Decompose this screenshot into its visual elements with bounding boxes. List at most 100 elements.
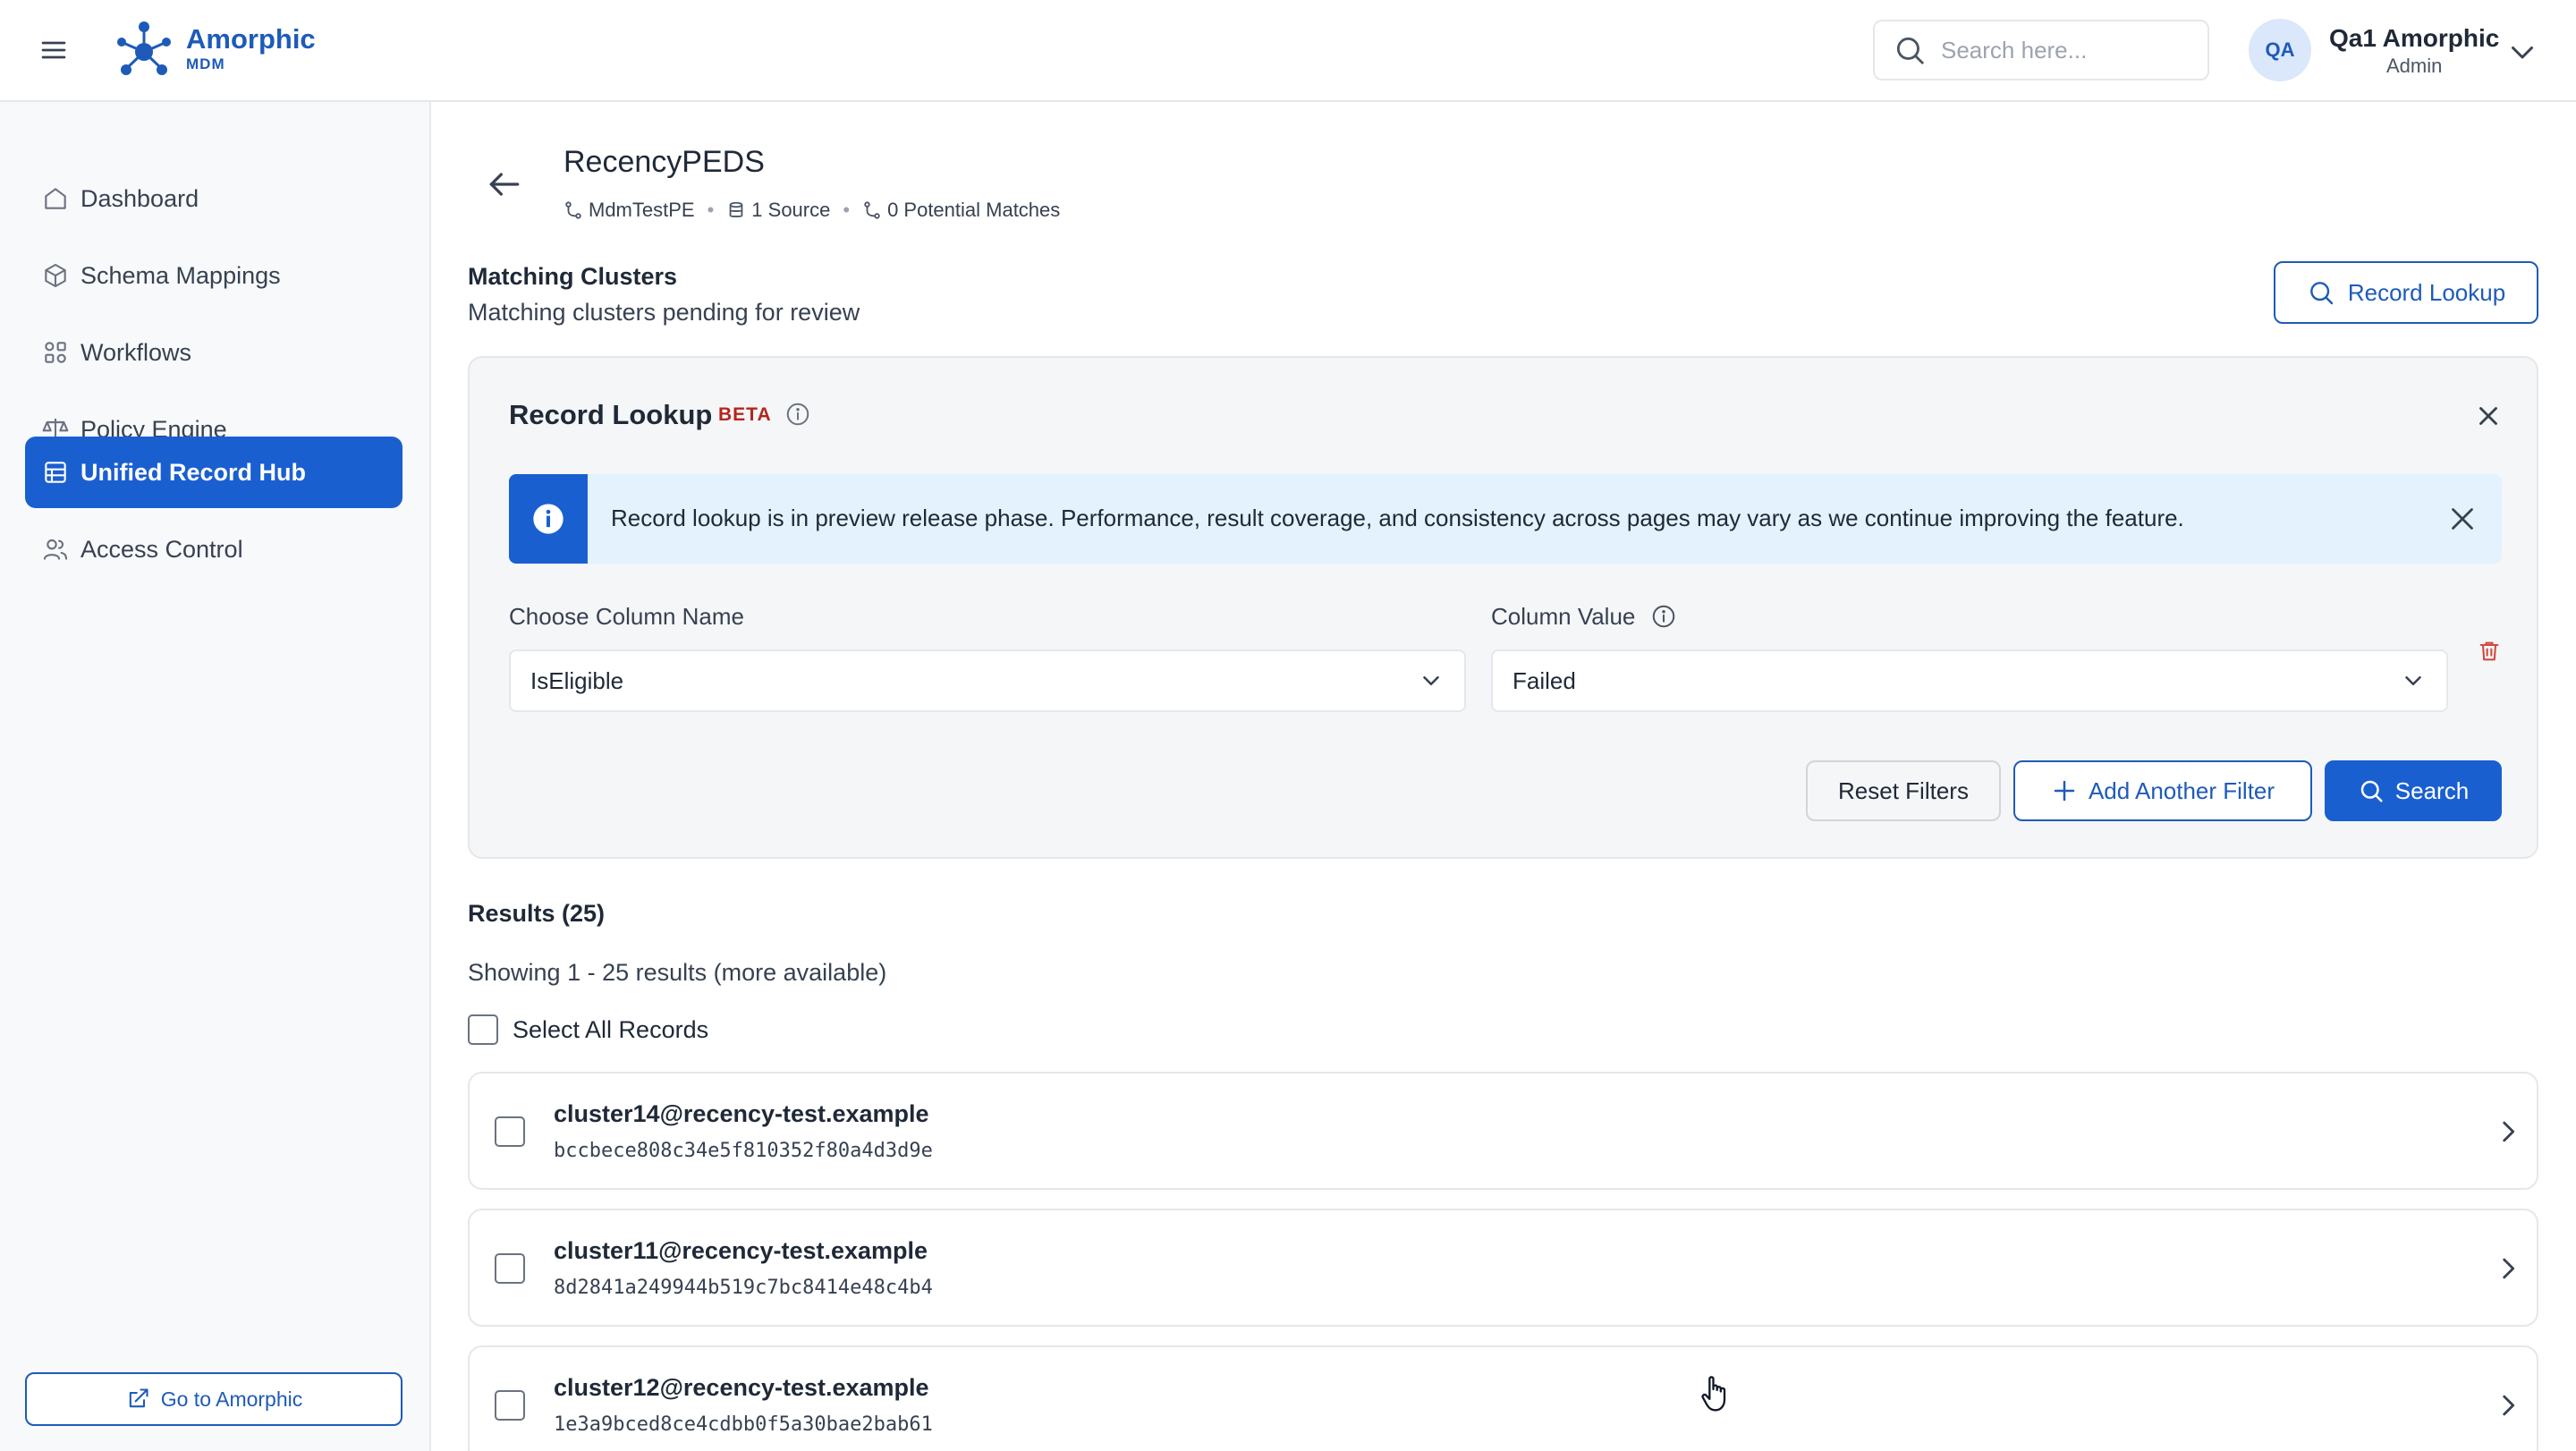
- column-value-label: Column Value: [1491, 603, 1636, 630]
- meta-sources: 1 Source: [726, 199, 830, 222]
- alert-close-icon[interactable]: [2446, 503, 2479, 535]
- record-id: 1e3a9bced8ce4cdbb0f5a30bae2bab61: [554, 1413, 933, 1436]
- sidebar-item-schema-mappings[interactable]: Schema Mappings: [25, 240, 402, 311]
- workflow-icon: [45, 342, 66, 363]
- info-icon[interactable]: [1650, 603, 1677, 630]
- column-value-value: Failed: [1513, 666, 1576, 694]
- record-email: cluster11@recency-test.example: [554, 1237, 928, 1264]
- results-showing: Showing 1 - 25 results (more available): [468, 959, 887, 986]
- record-lookup-button[interactable]: Record Lookup: [2274, 261, 2538, 324]
- page-title: RecencyPEDS: [564, 145, 765, 179]
- chevron-down-icon[interactable]: [2506, 36, 2538, 68]
- select-all-label: Select All Records: [513, 1015, 709, 1043]
- list-item[interactable]: cluster12@recency-test.example 1e3a9bced…: [468, 1345, 2538, 1451]
- search-input[interactable]: [1941, 36, 2191, 64]
- back-arrow-icon[interactable]: [485, 165, 524, 204]
- amorphic-logo-icon: [117, 21, 171, 75]
- reset-filters-button[interactable]: Reset Filters: [1806, 760, 2001, 821]
- external-link-icon: [129, 1388, 148, 1408]
- record-id: bccbece808c34e5f810352f80a4d3d9e: [554, 1140, 933, 1162]
- search-icon: [1896, 37, 1924, 64]
- column-name-value: IsEligible: [530, 666, 624, 694]
- meta-workflow-text: MdmTestPE: [589, 199, 695, 221]
- record-email: cluster12@recency-test.example: [554, 1374, 929, 1401]
- user-menu[interactable]: Qa1 Amorphic Admin: [2329, 23, 2499, 79]
- preview-alert: Record lookup is in preview release phas…: [509, 474, 2502, 564]
- users-icon: [43, 539, 68, 560]
- column-name-label: Choose Column Name: [509, 603, 745, 630]
- sidebar-item-workflows[interactable]: Workflows: [25, 317, 402, 388]
- record-checkbox[interactable]: [495, 1390, 525, 1421]
- brand[interactable]: Amorphic MDM: [186, 23, 316, 73]
- user-role: Admin: [2385, 55, 2443, 77]
- info-filled-icon: [533, 504, 564, 534]
- avatar[interactable]: QA: [2249, 19, 2311, 81]
- column-name-select[interactable]: IsEligible: [509, 649, 1466, 712]
- close-icon[interactable]: [2473, 401, 2504, 431]
- meta-matches: 0 Potential Matches: [862, 199, 1060, 222]
- plus-icon: [2054, 780, 2075, 802]
- info-icon[interactable]: [784, 401, 811, 428]
- record-lookup-panel: Record Lookup BETA Record lookup is in p…: [468, 356, 2538, 859]
- workflow-branch-icon: [565, 201, 581, 219]
- select-all-checkbox[interactable]: [468, 1014, 498, 1045]
- meta-separator: •: [843, 199, 851, 221]
- sidebar-item-unified-record-hub[interactable]: Unified Record Hub: [25, 437, 402, 508]
- sidebar-item-label: Access Control: [80, 535, 243, 563]
- alert-text: Record lookup is in preview release phas…: [611, 505, 2184, 531]
- add-another-filter-button[interactable]: Add Another Filter: [2013, 760, 2312, 821]
- merge-icon: [864, 201, 880, 219]
- beta-badge: BETA: [718, 404, 772, 425]
- meta-workflow: MdmTestPE: [564, 199, 695, 222]
- home-icon: [45, 188, 66, 209]
- list-item[interactable]: cluster11@recency-test.example 8d2841a24…: [468, 1209, 2538, 1327]
- chevron-right-icon[interactable]: [2493, 1390, 2523, 1421]
- brand-name: Amorphic: [186, 23, 316, 55]
- meta-matches-text: 0 Potential Matches: [887, 199, 1061, 221]
- search-icon: [2360, 780, 2383, 802]
- cube-icon: [45, 263, 66, 288]
- top-header: Amorphic MDM QA Qa1 Amorphic Admin: [0, 0, 2576, 102]
- record-id: 8d2841a249944b519c7bc8414e48c4b4: [554, 1277, 933, 1299]
- results-title: Results (25): [468, 900, 606, 927]
- sidebar-item-dashboard[interactable]: Dashboard: [25, 163, 402, 234]
- sidebar-item-label: Workflows: [80, 338, 192, 366]
- hamburger-menu-icon[interactable]: [39, 36, 68, 64]
- search-button[interactable]: Search: [2325, 760, 2502, 821]
- go-to-amorphic-button[interactable]: Go to Amorphic: [25, 1372, 402, 1426]
- database-icon: [45, 462, 66, 483]
- sidebar-item-label: Unified Record Hub: [80, 458, 307, 486]
- record-lookup-label: Record Lookup: [2347, 278, 2506, 306]
- chevron-right-icon[interactable]: [2493, 1253, 2523, 1284]
- meta-sources-text: 1 Source: [751, 199, 831, 221]
- global-search[interactable]: [1873, 20, 2209, 81]
- search-button-label: Search: [2394, 776, 2470, 804]
- sidebar-item-label: Schema Mappings: [80, 261, 281, 289]
- go-to-amorphic-label: Go to Amorphic: [160, 1387, 303, 1411]
- brand-sub: MDM: [186, 55, 225, 72]
- record-checkbox[interactable]: [495, 1116, 525, 1147]
- user-name: Qa1 Amorphic: [2329, 24, 2500, 52]
- sidebar: Dashboard Schema Mappings Workflows Poli…: [0, 102, 431, 1451]
- section-subtitle: Matching clusters pending for review: [468, 299, 860, 326]
- chevron-down-icon: [2405, 676, 2421, 685]
- select-all-records[interactable]: Select All Records: [468, 1014, 708, 1045]
- hand-cursor-icon: [1701, 1376, 1726, 1412]
- sidebar-item-label: Dashboard: [80, 184, 199, 212]
- search-icon: [2309, 282, 2334, 305]
- trash-icon[interactable]: [2477, 639, 2502, 664]
- record-checkbox[interactable]: [495, 1253, 525, 1284]
- chevron-down-icon: [1423, 676, 1439, 685]
- record-email: cluster14@recency-test.example: [554, 1100, 929, 1127]
- add-filter-label: Add Another Filter: [2088, 776, 2275, 804]
- database-cylinder-icon: [729, 201, 743, 217]
- page-meta: MdmTestPE • 1 Source • 0 Potential Match…: [564, 199, 1060, 222]
- meta-separator: •: [707, 199, 715, 221]
- sidebar-item-access-control[interactable]: Access Control: [25, 513, 402, 585]
- panel-title: Record Lookup: [509, 399, 713, 430]
- chevron-right-icon[interactable]: [2493, 1116, 2523, 1147]
- column-value-select[interactable]: Failed: [1491, 649, 2448, 712]
- section-title: Matching Clusters: [468, 263, 678, 290]
- list-item[interactable]: cluster14@recency-test.example bccbece80…: [468, 1072, 2538, 1190]
- alert-icon-bar: [509, 474, 588, 564]
